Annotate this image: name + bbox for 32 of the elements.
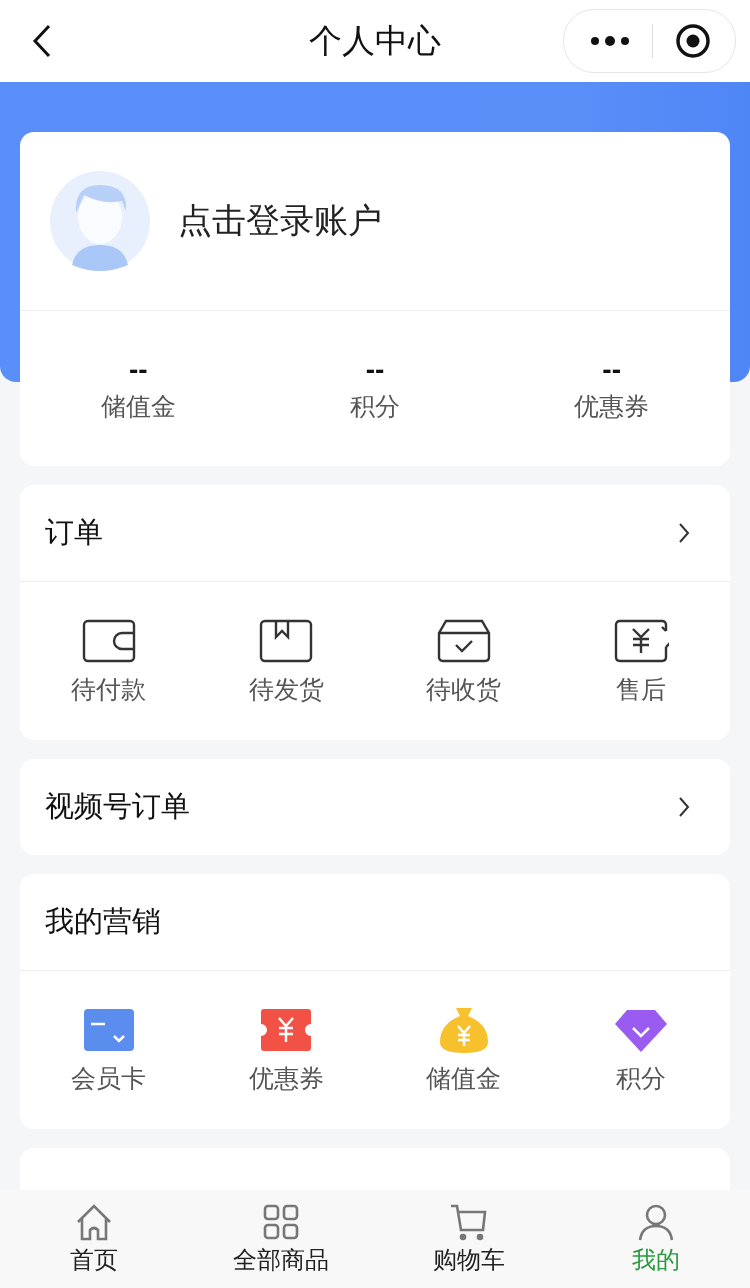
stat-label[interactable]: 储值金 [100,390,176,423]
tab-item[interactable]: 购物车 [375,1190,563,1288]
capsule-menu[interactable] [563,9,736,73]
stat-value: -- [602,354,621,386]
order-status-item[interactable]: 售后 [552,582,730,740]
marketing-item[interactable]: 优惠券 [197,971,375,1129]
orders-header[interactable]: 订单 [20,485,730,582]
tab-item[interactable]: 我的 [562,1190,750,1288]
marketing-item[interactable]: 积分 [552,971,730,1129]
close-icon[interactable] [675,23,711,59]
order-status-item[interactable]: 待收货 [375,582,553,740]
marketing-item[interactable]: 储值金 [375,971,553,1129]
section-title: 订单 [45,515,103,550]
back-icon[interactable] [32,24,52,58]
order-status-item[interactable]: 待发货 [197,582,375,740]
tab-item[interactable]: 全部商品 [187,1190,375,1288]
order-status-item[interactable]: 待付款 [20,582,198,740]
page-title: 个人中心 [309,20,441,61]
cart-icon [448,1202,489,1242]
stat-label[interactable]: 优惠券 [574,390,650,423]
section-title: 我的营销 [45,904,161,939]
tab-item[interactable]: 首页 [0,1190,188,1288]
stat-value: -- [365,354,385,386]
chevron-right-icon [678,522,690,544]
video-orders-row[interactable]: 视频号订单 [20,759,730,855]
section-title: 视频号订单 [45,789,190,824]
login-link[interactable]: 点击登录账户 [178,198,382,244]
stat-value: -- [129,354,148,386]
marketing-item[interactable]: 会员卡 [20,971,198,1129]
stat-label[interactable]: 积分 [350,390,400,423]
more-icon[interactable] [590,35,630,47]
chevron-right-icon [678,796,690,818]
